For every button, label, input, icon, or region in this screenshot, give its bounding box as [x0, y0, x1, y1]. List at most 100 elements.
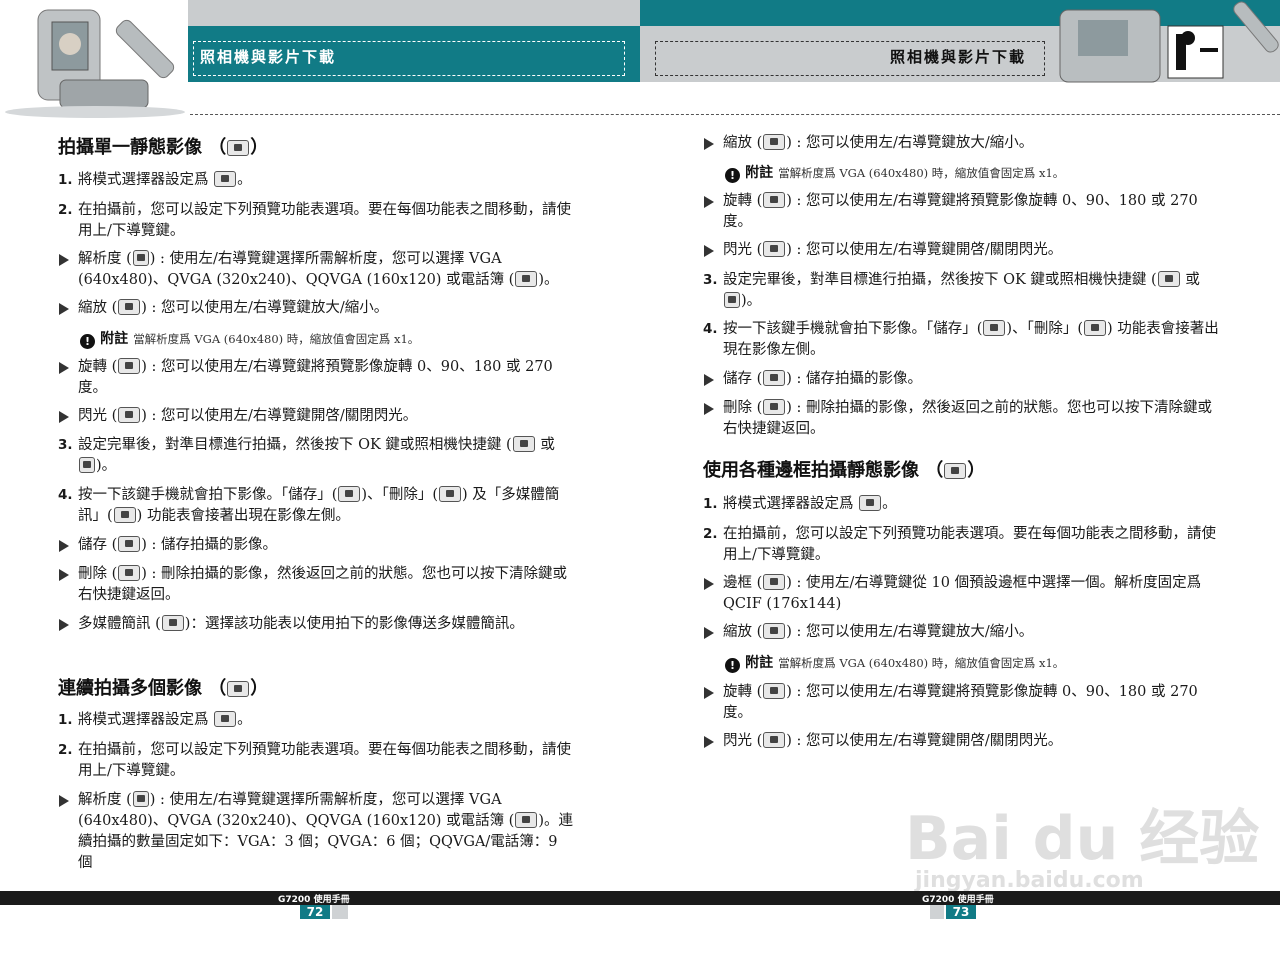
bullet-arrow-icon: [704, 687, 714, 699]
bullet-save: 儲存 () : 儲存拍攝的影像。: [58, 535, 573, 556]
mms-icon: [113, 507, 136, 523]
bullet-flash: 閃光 () : 您可以使用左/右導覽鍵開啓/關閉閃光。: [703, 240, 1221, 261]
watermark-url: jingyan.baidu.com: [915, 868, 1144, 893]
phonebook-icon: [515, 271, 538, 287]
list-item: 3. 設定完畢後，對準目標進行拍攝，然後按下 OK 鍵或照相機快捷鍵 ( 或 )…: [58, 436, 555, 474]
continuous-mode-icon: [227, 681, 250, 697]
bullet-arrow-icon: [704, 374, 714, 386]
bullet-save: 儲存 () : 儲存拍攝的影像。: [703, 369, 1221, 390]
list-item: 2. 在拍攝前，您可以設定下列預覽功能表選項。要在每個功能表之間移動，請使用上/…: [58, 202, 571, 239]
camera-mode-icon: [227, 140, 250, 156]
phone-illustration-right: [1050, 0, 1280, 88]
section-title-frame-shot: 使用各種邊框拍攝靜態影像 （）: [703, 460, 986, 481]
page-number-tab-left: [332, 905, 348, 919]
footer-manual-left: G7200 使用手冊: [278, 895, 350, 905]
save-icon: [983, 320, 1006, 336]
list-item: 1. 將模式選擇器設定爲 。: [703, 495, 897, 512]
header-divider: [190, 114, 1280, 115]
list-item: 2. 在拍攝前，您可以設定下列預覽功能表選項。要在每個功能表之間移動，請使用上/…: [58, 742, 571, 779]
list-item: 4. 按一下該鍵手機就會拍下影像。「儲存」()、「刪除」() 及「多媒體簡訊」(…: [58, 486, 560, 524]
bullet-zoom: 縮放 () : 您可以使用左/右導覽鍵放大/縮小。: [58, 298, 573, 319]
bullet-rotate: 旋轉 () : 您可以使用左/右導覽鍵將預覽影像旋轉 0、90、180 或 27…: [703, 682, 1221, 724]
list-item: 4. 按一下該鍵手機就會拍下影像。「儲存」()、「刪除」() 功能表會接著出現在…: [703, 320, 1219, 358]
bullet-arrow-icon: [59, 411, 69, 423]
bullet-mms: 多媒體簡訊 ()：選擇該功能表以使用拍下的影像傳送多媒體簡訊。: [58, 614, 573, 656]
continuous-mode-icon: [214, 711, 237, 727]
exclamation-icon: !: [80, 334, 95, 349]
bullet-arrow-icon: [59, 540, 69, 552]
zoom-icon: [118, 299, 141, 315]
section-title-single-shot: 拍攝單一靜態影像 （）: [58, 137, 269, 158]
phone-illustration-left: [0, 0, 188, 118]
bullet-resolution: 解析度 () : 使用左/右導覽鍵選擇所需解析度，您可以選擇 VGA (640x…: [58, 790, 573, 874]
bullet-arrow-icon: [59, 795, 69, 807]
delete-icon: [438, 486, 461, 502]
bullet-flash: 閃光 () : 您可以使用左/右導覽鍵開啓/關閉閃光。: [703, 731, 1221, 752]
bullet-arrow-icon: [704, 736, 714, 748]
frame-icon: [763, 574, 786, 590]
resolution-icon: [132, 250, 149, 266]
save-icon: [118, 536, 141, 552]
ok-key-icon: [1157, 271, 1180, 287]
rotate-icon: [763, 683, 786, 699]
list-item: 3. 設定完畢後，對準目標進行拍攝，然後按下 OK 鍵或照相機快捷鍵 ( 或 )…: [703, 271, 1200, 309]
camera-mode-icon: [214, 171, 237, 187]
bullet-rotate: 旋轉 () : 您可以使用左/右導覽鍵將預覽影像旋轉 0、90、180 或 27…: [703, 191, 1221, 233]
bullet-zoom: 縮放 () : 您可以使用左/右導覽鍵放大/縮小。: [703, 622, 1221, 643]
flash-icon: [763, 732, 786, 748]
bullet-arrow-icon: [59, 619, 69, 631]
flash-icon: [118, 407, 141, 423]
page-number-right: 73: [946, 905, 976, 919]
bullet-arrow-icon: [59, 303, 69, 315]
section-title-continuous-shot: 連續拍攝多個影像 （）: [58, 678, 269, 699]
rotate-icon: [118, 358, 141, 374]
note: ! 附註 當解析度爲 VGA (640x480) 時，縮放值會固定爲 x1。: [80, 328, 419, 349]
bullet-delete: 刪除 () : 刪除拍攝的影像，然後返回之前的狀態。您也可以按下清除鍵或右快捷鍵…: [58, 564, 573, 606]
footer-manual-right: G7200 使用手冊: [922, 895, 994, 905]
bullet-arrow-icon: [704, 403, 714, 415]
save-icon: [338, 486, 361, 502]
bullet-arrow-icon: [704, 578, 714, 590]
bullet-arrow-icon: [704, 627, 714, 639]
bullet-flash: 閃光 () : 您可以使用左/右導覽鍵開啓/關閉閃光。: [58, 406, 573, 427]
save-icon: [763, 370, 786, 386]
list-item: 1. 將模式選擇器設定爲 。: [58, 711, 252, 728]
footer-bar: [0, 891, 1280, 905]
bullet-arrow-icon: [704, 138, 714, 150]
list-item: 1. 將模式選擇器設定爲 。: [58, 171, 252, 188]
camera-side-key-icon: [724, 292, 740, 308]
bullet-arrow-icon: [59, 254, 69, 266]
bullet-delete: 刪除 () : 刪除拍攝的影像，然後返回之前的狀態。您也可以按下清除鍵或右快捷鍵…: [703, 398, 1221, 440]
delete-icon: [1083, 320, 1106, 336]
header-gray-band-left: [188, 0, 640, 26]
note: ! 附註 當解析度爲 VGA (640x480) 時，縮放值會固定爲 x1。: [725, 162, 1064, 183]
exclamation-icon: !: [725, 168, 740, 183]
zoom-icon: [763, 623, 786, 639]
header-title-right: 照相機與影片下載: [890, 48, 1027, 66]
delete-icon: [118, 565, 141, 581]
bullet-rotate: 旋轉 () : 您可以使用左/右導覽鍵將預覽影像旋轉 0、90、180 或 27…: [58, 357, 573, 399]
camera-side-key-icon: [79, 457, 95, 473]
rotate-icon: [763, 192, 786, 208]
bullet-zoom: 縮放 () : 您可以使用左/右導覽鍵放大/縮小。: [703, 133, 1221, 154]
delete-icon: [763, 399, 786, 415]
frame-mode-icon: [944, 463, 967, 479]
bullet-arrow-icon: [59, 362, 69, 374]
bullet-arrow-icon: [704, 196, 714, 208]
zoom-icon: [763, 134, 786, 150]
page-number-left: 72: [300, 905, 330, 919]
exclamation-icon: !: [725, 658, 740, 673]
list-item: 2. 在拍攝前，您可以設定下列預覽功能表選項。要在每個功能表之間移動，請使用上/…: [703, 526, 1216, 563]
bullet-resolution: 解析度 () : 使用左/右導覽鍵選擇所需解析度，您可以選擇 VGA (640x…: [58, 249, 573, 291]
watermark-logo: Bai du 经验: [905, 804, 1260, 874]
note: ! 附註 當解析度爲 VGA (640x480) 時，縮放值會固定爲 x1。: [725, 652, 1064, 673]
ok-key-icon: [512, 436, 535, 452]
bullet-arrow-icon: [59, 569, 69, 581]
bullet-arrow-icon: [704, 245, 714, 257]
page-number-tab-right: [930, 905, 944, 919]
frame-mode-icon: [859, 495, 882, 511]
resolution-icon: [132, 791, 149, 807]
flash-icon: [763, 241, 786, 257]
phonebook-icon: [515, 812, 538, 828]
bullet-frame: 邊框 () : 使用左/右導覽鍵從 10 個預設邊框中選擇一個。解析度固定爲 Q…: [703, 573, 1221, 615]
